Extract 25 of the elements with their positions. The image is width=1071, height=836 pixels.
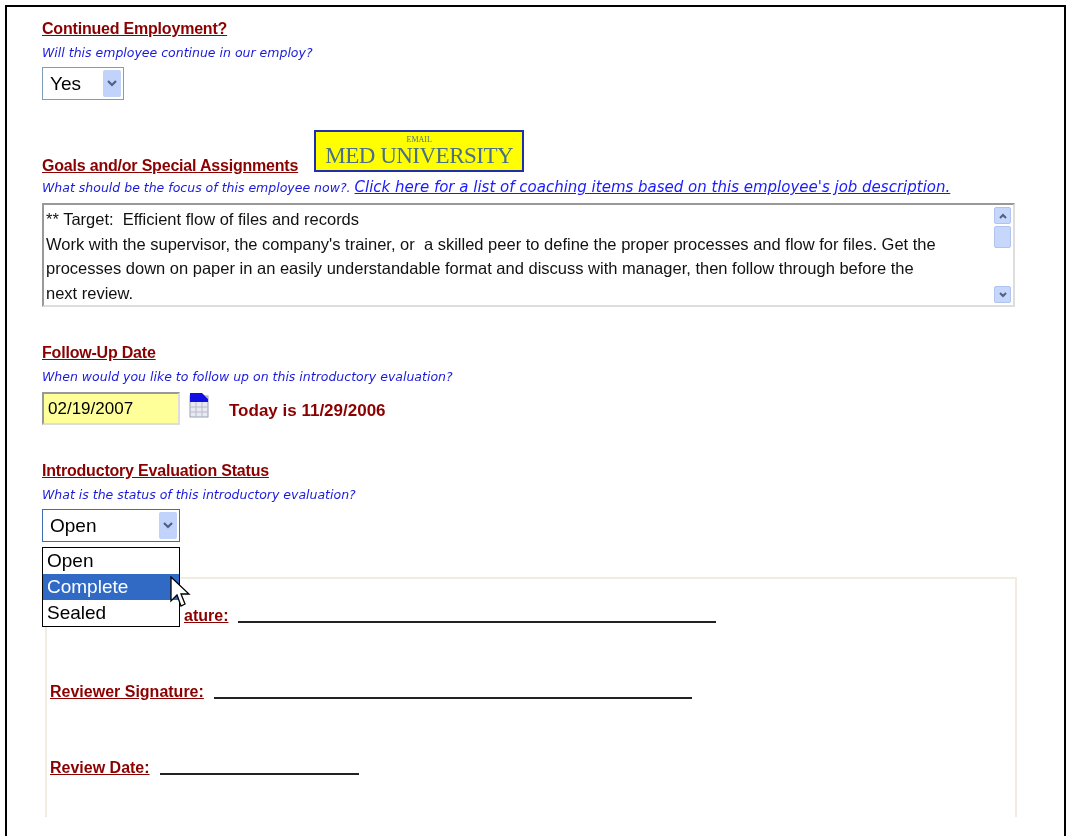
section-title: Goals and/or Special Assignments bbox=[42, 157, 299, 175]
goals-text-area[interactable]: ** Target: Efficient flow of files and records Work with the supervisor, the company's trainer, or a skilled peer to define the proper processes and flow for files. Get the processes down on paper in an easily understandable format and discuss with manager, then follow through before the next review. bbox=[42, 203, 1015, 307]
scrollbar[interactable] bbox=[994, 205, 1013, 305]
field-hint: Will this employee continue in our employ? bbox=[42, 44, 314, 62]
dropdown-option[interactable]: Complete bbox=[43, 574, 179, 600]
section-title: Introductory Evaluation Status bbox=[42, 462, 269, 480]
scroll-thumb[interactable] bbox=[994, 226, 1011, 248]
signature-label: Reviewer Signature: bbox=[50, 683, 204, 701]
dropdown-field[interactable]: Yes bbox=[42, 67, 124, 100]
logo[interactable]: EMAIL MED UNIVERSITY bbox=[314, 130, 525, 172]
field-hint: What is the status of this introductory evaluation? bbox=[42, 486, 357, 504]
section-title: Follow-Up Date bbox=[42, 344, 156, 362]
dropdown-field[interactable]: Open bbox=[42, 509, 180, 542]
signature-label: ature: bbox=[184, 607, 229, 625]
scroll-down-icon[interactable] bbox=[997, 289, 1008, 300]
today-date-text: Today is 11/29/2006 bbox=[229, 400, 386, 421]
logo-text: EMAIL bbox=[406, 135, 432, 144]
field-hint: What should be the focus of this employee now?. bbox=[42, 180, 351, 195]
date-field[interactable]: 02/19/2007 bbox=[42, 392, 180, 425]
section-title: Continued Employment? bbox=[42, 20, 228, 38]
signature-label: Review Date: bbox=[50, 759, 150, 777]
calendar-icon[interactable] bbox=[189, 391, 209, 418]
logo-text: MED UNIVERSITY bbox=[325, 143, 514, 167]
field-hint: When would you like to follow up on this introductory evaluation? bbox=[42, 368, 454, 386]
coaching-link[interactable]: Click here for a list of coaching items based on this employee's job description. bbox=[354, 178, 951, 196]
